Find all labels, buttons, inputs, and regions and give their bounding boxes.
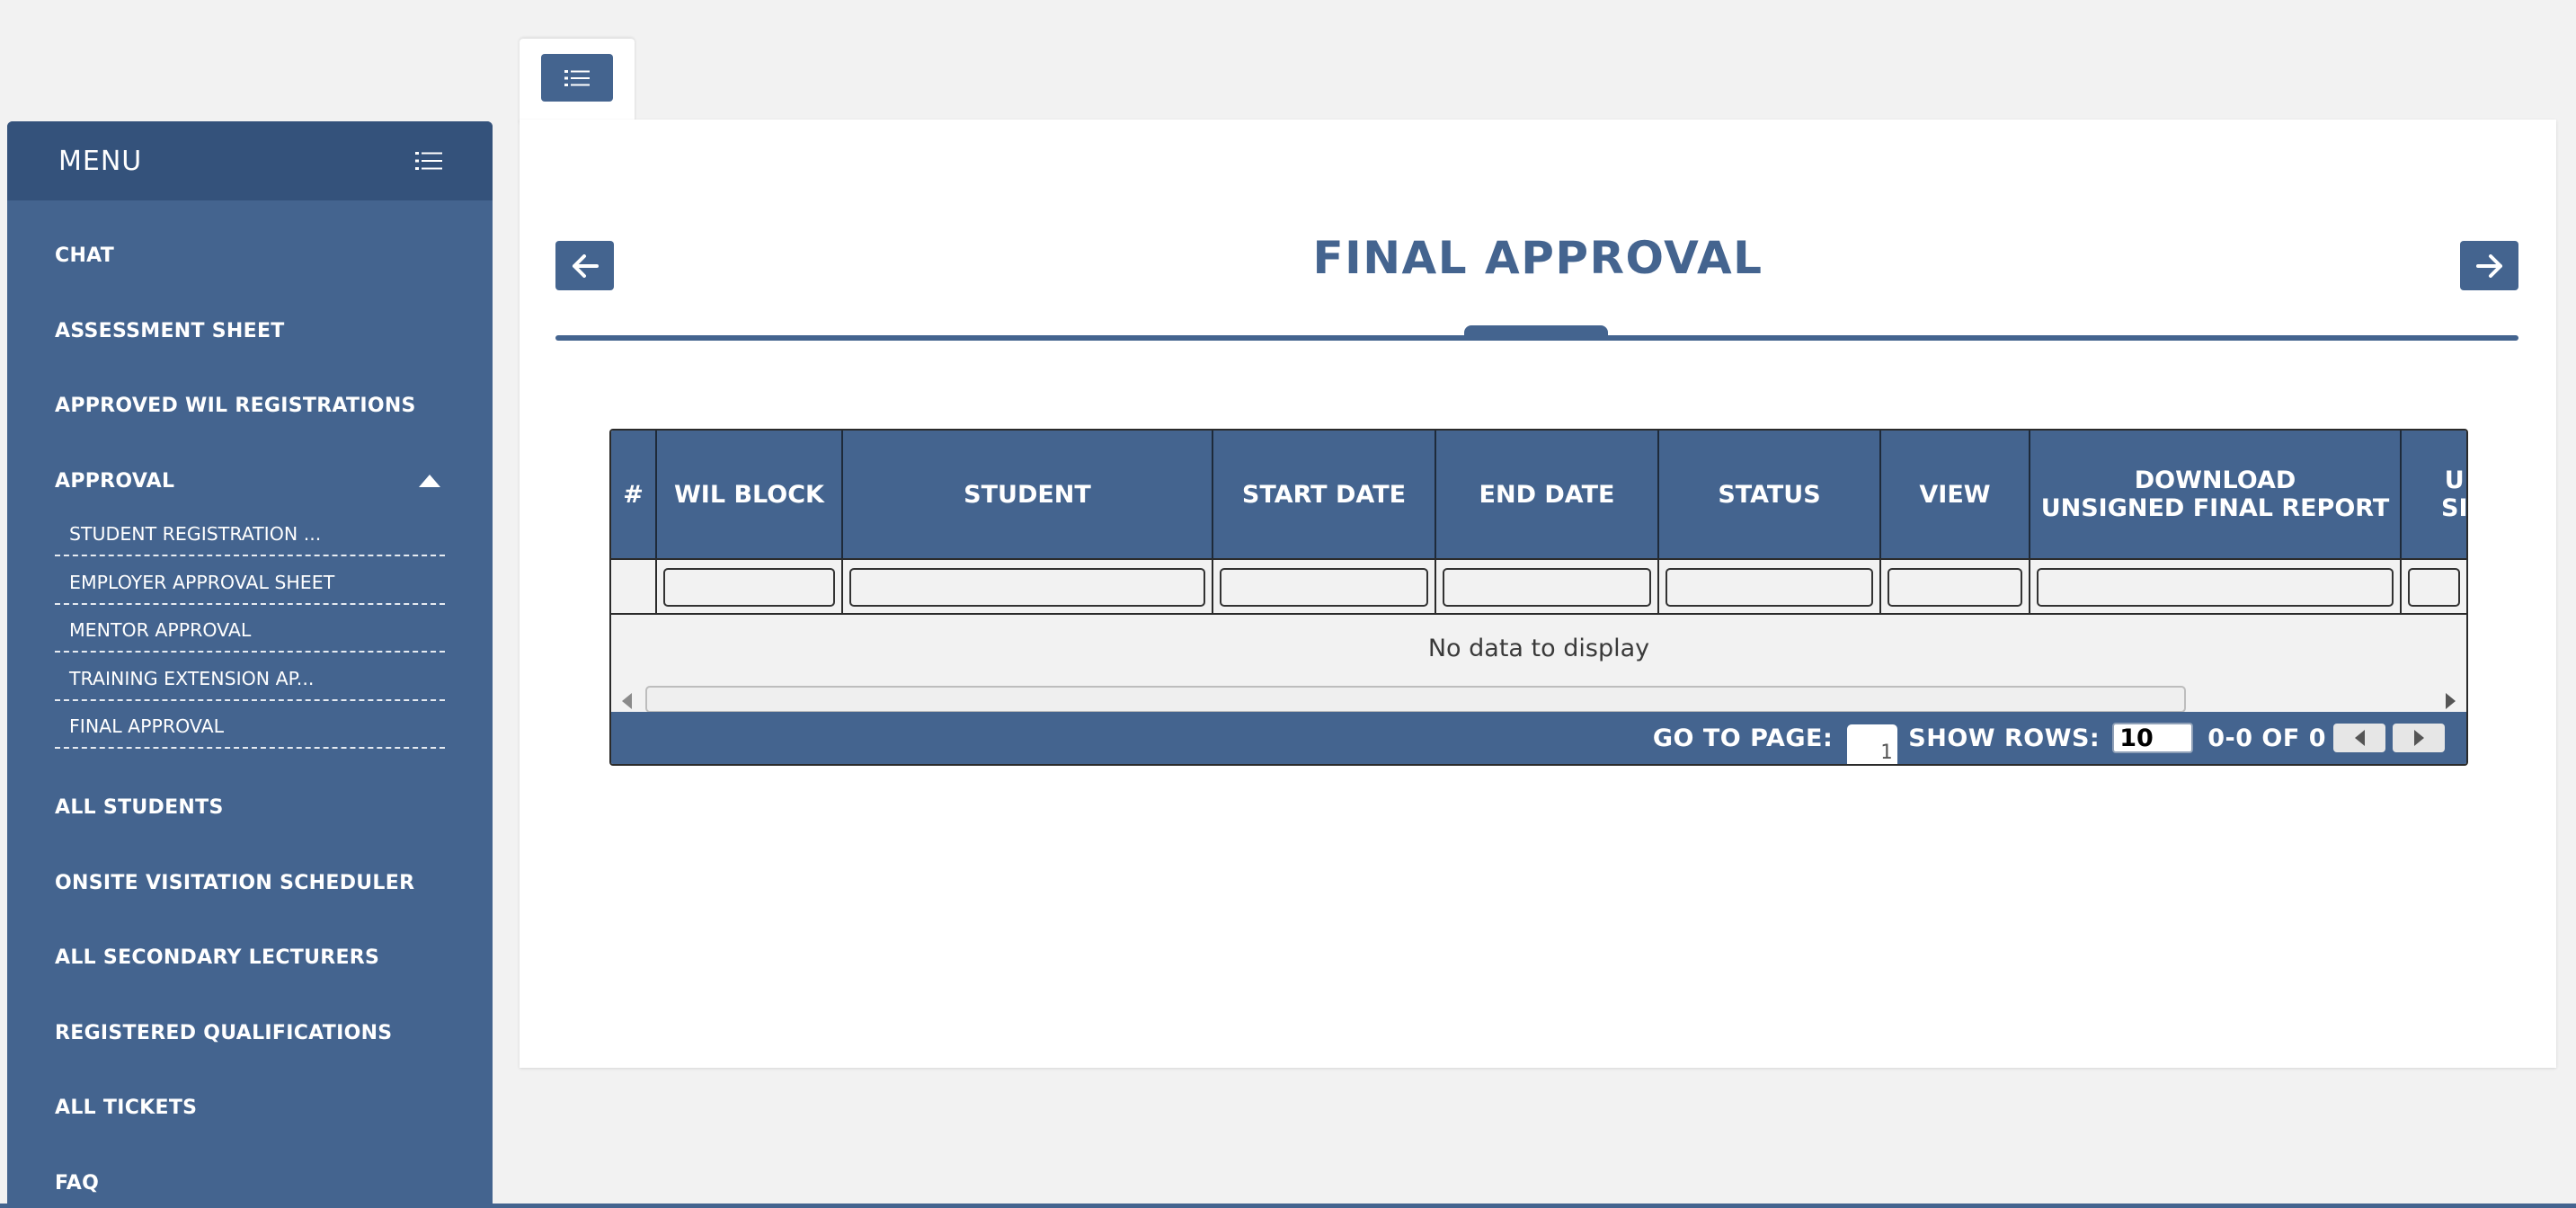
show-rows-input[interactable]: 10	[2112, 723, 2194, 753]
page-prev-button[interactable]	[2333, 724, 2385, 752]
filter-cell-index	[611, 560, 657, 613]
goto-page-label: GO TO PAGE:	[1652, 724, 1834, 752]
sidebar-item-assessment-sheet[interactable]: ASSESSMENT SHEET	[7, 294, 493, 369]
scroll-right-icon[interactable]	[2446, 693, 2456, 709]
show-rows-label: SHOW ROWS:	[1908, 724, 2101, 752]
sidebar-item-label: APPROVED WIL REGISTRATIONS	[55, 395, 416, 418]
empty-message: No data to display	[1427, 635, 1650, 662]
filter-truncated-input[interactable]	[2408, 568, 2460, 607]
column-header-download-unsigned-final-report[interactable]: DOWNLOAD UNSIGNED FINAL REPORT	[2030, 431, 2402, 558]
filter-download-input[interactable]	[2037, 568, 2394, 607]
sidebar-item-label: CHAT	[55, 244, 115, 268]
column-header-view[interactable]: VIEW	[1881, 431, 2030, 558]
page-next-icon	[2413, 730, 2424, 746]
scrollbar-thumb[interactable]	[645, 686, 2186, 713]
toggle-menu-button[interactable]	[541, 54, 613, 102]
sidebar-item-label: FAQ	[55, 1171, 100, 1195]
filter-view-input[interactable]	[1888, 568, 2022, 607]
subitem-label: TRAINING EXTENSION AP...	[69, 667, 315, 689]
sidebar-item-label: ALL STUDENTS	[55, 796, 224, 820]
sidebar-item-onsite-visitation-scheduler[interactable]: ONSITE VISITATION SCHEDULER	[7, 846, 493, 921]
subitem-mentor-approval[interactable]: MENTOR APPROVAL	[55, 605, 445, 653]
subitem-label: EMPLOYER APPROVAL SHEET	[69, 571, 335, 593]
list-icon	[564, 69, 590, 86]
title-underline	[555, 335, 2518, 341]
main-tab	[520, 39, 635, 124]
sidebar-item-label: ALL SECONDARY LECTURERS	[55, 946, 380, 970]
page-prev-icon	[2354, 730, 2365, 746]
subitem-final-approval[interactable]: FINAL APPROVAL	[55, 701, 445, 749]
row-range-text: 0-0 OF 0	[2207, 724, 2326, 752]
filter-start-date-input[interactable]	[1220, 568, 1428, 607]
filter-end-date-input[interactable]	[1443, 568, 1651, 607]
goto-page-input[interactable]: 1	[1847, 724, 1898, 764]
sidebar-item-label: ALL TICKETS	[55, 1097, 198, 1120]
subitem-training-extension[interactable]: TRAINING EXTENSION AP...	[55, 653, 445, 701]
sidebar-item-approval[interactable]: APPROVAL	[7, 444, 493, 520]
grid-header-row: # WIL BLOCK STUDENT START DATE END DATE …	[611, 431, 2466, 558]
filter-cell-truncated	[2402, 560, 2466, 613]
next-button[interactable]	[2460, 241, 2518, 290]
grid-filter-row	[611, 558, 2466, 615]
column-header-truncated[interactable]: U SI	[2402, 431, 2466, 558]
filter-cell-start-date	[1213, 560, 1436, 613]
sidebar-item-registered-qualifications[interactable]: REGISTERED QUALIFICATIONS	[7, 996, 493, 1071]
page-title: FINAL APPROVAL	[1312, 232, 1763, 284]
arrow-right-icon	[2475, 253, 2502, 278]
page-next-button[interactable]	[2393, 724, 2445, 752]
column-header-status[interactable]: STATUS	[1659, 431, 1881, 558]
column-header-student[interactable]: STUDENT	[843, 431, 1213, 558]
sidebar-item-all-tickets[interactable]: ALL TICKETS	[7, 1070, 493, 1146]
menu-list-icon[interactable]	[415, 150, 442, 172]
sidebar-item-label: REGISTERED QUALIFICATIONS	[55, 1021, 393, 1044]
filter-status-input[interactable]	[1666, 568, 1873, 607]
filter-cell-end-date	[1436, 560, 1659, 613]
filter-student-input[interactable]	[849, 568, 1205, 607]
filter-cell-student	[843, 560, 1213, 613]
subitem-label: FINAL APPROVAL	[69, 715, 225, 737]
filter-cell-download	[2030, 560, 2402, 613]
sidebar-item-all-students[interactable]: ALL STUDENTS	[7, 770, 493, 846]
sidebar-item-label: APPROVAL	[55, 469, 175, 493]
sidebar-title: MENU	[58, 145, 143, 177]
bottom-bar	[0, 1204, 2576, 1208]
column-header-index[interactable]: #	[611, 431, 657, 558]
filter-cell-view	[1881, 560, 2030, 613]
sidebar-nav: CHAT ASSESSMENT SHEET APPROVED WIL REGIS…	[7, 200, 493, 1208]
sidebar-item-all-secondary-lecturers[interactable]: ALL SECONDARY LECTURERS	[7, 920, 493, 996]
filter-cell-status	[1659, 560, 1881, 613]
horizontal-scrollbar[interactable]	[611, 682, 2466, 715]
sidebar-item-chat[interactable]: CHAT	[7, 218, 493, 294]
subitem-label: MENTOR APPROVAL	[69, 619, 252, 641]
approval-submenu: STUDENT REGISTRATION ... EMPLOYER APPROV…	[7, 519, 493, 770]
sidebar-header: MENU	[7, 121, 493, 200]
subitem-label: STUDENT REGISTRATION ...	[69, 523, 322, 545]
sidebar-item-approved-wil-registrations[interactable]: APPROVED WIL REGISTRATIONS	[7, 369, 493, 444]
filter-cell-wil-block	[657, 560, 843, 613]
main-panel: FINAL APPROVAL # WIL BLOCK STUDENT START…	[520, 120, 2556, 1068]
column-header-end-date[interactable]: END DATE	[1436, 431, 1659, 558]
subitem-employer-approval-sheet[interactable]: EMPLOYER APPROVAL SHEET	[55, 556, 445, 605]
filter-wil-block-input[interactable]	[663, 568, 835, 607]
caret-up-icon	[419, 475, 440, 488]
grid-pager: GO TO PAGE: 1 SHOW ROWS: 10 0-0 OF 0	[611, 712, 2466, 764]
subitem-student-registration[interactable]: STUDENT REGISTRATION ...	[55, 519, 445, 556]
scroll-left-icon[interactable]	[622, 693, 632, 709]
column-header-wil-block[interactable]: WIL BLOCK	[657, 431, 843, 558]
sidebar: MENU CHAT ASSESSMENT SHEET APPROVED WIL …	[7, 121, 493, 1208]
sidebar-item-label: ASSESSMENT SHEET	[55, 319, 285, 342]
data-grid: # WIL BLOCK STUDENT START DATE END DATE …	[609, 429, 2468, 766]
sidebar-item-label: ONSITE VISITATION SCHEDULER	[55, 871, 415, 894]
column-header-start-date[interactable]: START DATE	[1213, 431, 1436, 558]
sidebar-item-faq[interactable]: FAQ	[7, 1146, 493, 1208]
